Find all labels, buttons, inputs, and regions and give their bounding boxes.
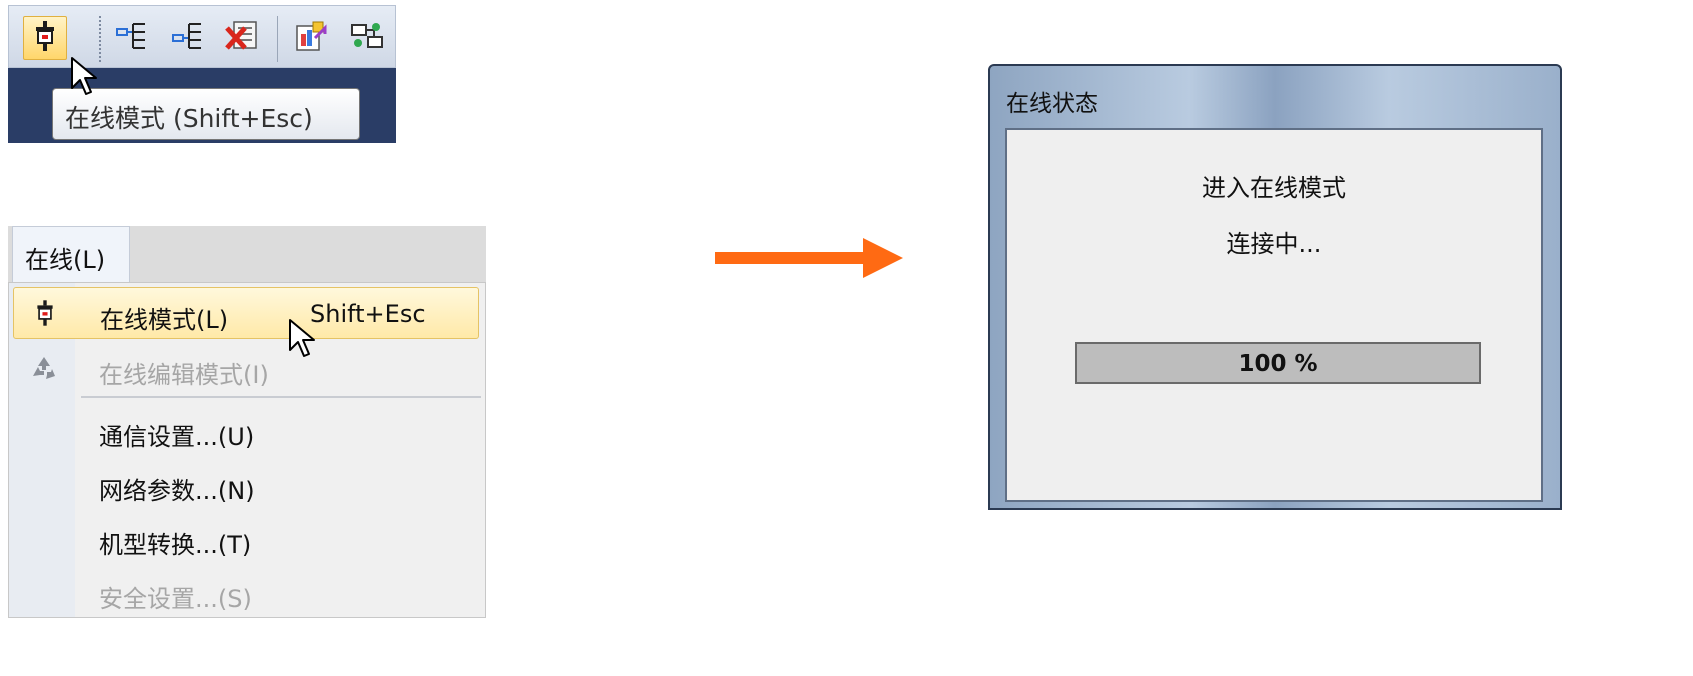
plug-icon xyxy=(30,298,60,328)
mouse-cursor-icon xyxy=(289,319,315,357)
menu-online[interactable]: 在线(L) xyxy=(12,226,130,284)
progress-label: 100 % xyxy=(1238,351,1318,377)
mouse-cursor-icon xyxy=(71,57,97,95)
online-menu-dropdown: 在线模式(L) Shift+Esc 在线编辑模式(I) 通信设置...(U) 网… xyxy=(8,282,486,618)
transition-arrow-icon xyxy=(715,238,903,278)
plug-icon xyxy=(32,21,58,55)
menu-item-online-mode[interactable]: 在线模式(L) Shift+Esc xyxy=(13,287,479,339)
dialog-title: 在线状态 xyxy=(1006,91,1098,117)
status-message: 进入在线模式 xyxy=(1202,174,1346,202)
online-mode-toolbar-button[interactable] xyxy=(23,16,67,60)
expand-tree-button[interactable] xyxy=(109,16,153,60)
chart-icon xyxy=(295,20,327,56)
toolbar xyxy=(8,5,396,68)
collapse-tree-button[interactable] xyxy=(165,16,209,60)
network-button[interactable] xyxy=(345,16,389,60)
online-status-dialog: 在线状态 进入在线模式 连接中... 100 % xyxy=(988,64,1562,510)
menu-item-label: 通信设置...(U) xyxy=(99,423,255,451)
menu-item-security-settings: 安全设置...(S) xyxy=(13,567,479,619)
tree-expand-icon xyxy=(115,21,147,55)
menu-item-communication-settings[interactable]: 通信设置...(U) xyxy=(13,405,479,457)
delete-button[interactable] xyxy=(219,16,263,60)
menu-item-label: 网络参数...(N) xyxy=(99,477,255,505)
connecting-message: 连接中... xyxy=(1226,230,1322,258)
delete-icon xyxy=(224,20,258,56)
tree-collapse-icon xyxy=(171,21,203,55)
menu-separator xyxy=(81,396,481,398)
menu-item-model-conversion[interactable]: 机型转换...(T) xyxy=(13,513,479,565)
menu-item-label: 机型转换...(T) xyxy=(99,531,252,559)
menu-item-label: 在线编辑模式(I) xyxy=(99,361,269,389)
menu-item-shortcut: Shift+Esc xyxy=(310,300,426,328)
menu-item-online-edit-mode: 在线编辑模式(I) xyxy=(13,343,479,395)
dialog-content: 进入在线模式 连接中... 100 % xyxy=(1005,128,1543,502)
menu-item-network-parameters[interactable]: 网络参数...(N) xyxy=(13,459,479,511)
network-icon xyxy=(350,21,384,55)
monitor-button[interactable] xyxy=(289,16,333,60)
menu-item-label: 在线模式(L) xyxy=(100,306,229,334)
progress-bar: 100 % xyxy=(1075,342,1481,384)
menu-item-label: 安全设置...(S) xyxy=(99,585,252,613)
toolbar-separator xyxy=(277,16,278,62)
online-menu: 在线(L) 在线模式(L) Shift+Esc 在线编辑模式(I) 通信设置..… xyxy=(8,226,488,618)
recycle-icon xyxy=(29,353,59,383)
